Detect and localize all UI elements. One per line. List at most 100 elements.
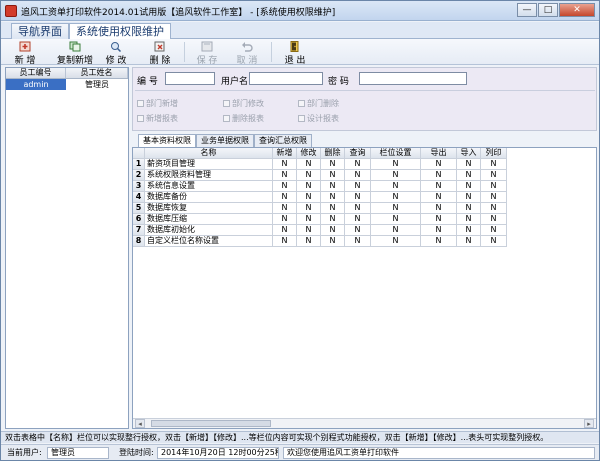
- tab-query-summary-permission[interactable]: 查询汇总权限: [254, 134, 312, 147]
- list-item[interactable]: admin 管理员: [6, 79, 128, 90]
- header-employee-name[interactable]: 员工姓名: [66, 68, 128, 78]
- permission-cell[interactable]: N: [321, 225, 345, 236]
- permission-cell[interactable]: N: [273, 214, 297, 225]
- row-number[interactable]: 3: [133, 181, 145, 192]
- permission-cell[interactable]: N: [457, 225, 481, 236]
- permission-cell[interactable]: N: [421, 214, 457, 225]
- new-button[interactable]: 新 增: [7, 40, 43, 66]
- permission-cell[interactable]: N: [297, 203, 321, 214]
- table-row[interactable]: 4 数据库备份 N N N N N N N N: [133, 192, 507, 203]
- row-name-cell[interactable]: 数据库备份: [145, 192, 273, 203]
- tab-basic-data-permission[interactable]: 基本资料权限: [138, 134, 196, 147]
- cancel-button[interactable]: 取 消: [229, 40, 265, 66]
- permission-cell[interactable]: N: [297, 159, 321, 170]
- row-number[interactable]: 5: [133, 203, 145, 214]
- table-row[interactable]: 5 数据库恢复 N N N N N N N N: [133, 203, 507, 214]
- grid-column-header[interactable]: 查询: [345, 148, 371, 159]
- checkbox-dept-edit[interactable]: 部门修改: [223, 98, 264, 109]
- row-number[interactable]: 6: [133, 214, 145, 225]
- maximize-button[interactable]: □: [538, 3, 558, 17]
- grid-column-header[interactable]: 修改: [297, 148, 321, 159]
- permission-cell[interactable]: N: [457, 236, 481, 247]
- permission-cell[interactable]: N: [457, 159, 481, 170]
- permission-cell[interactable]: N: [481, 225, 507, 236]
- permission-cell[interactable]: N: [273, 236, 297, 247]
- permission-cell[interactable]: N: [297, 181, 321, 192]
- password-field[interactable]: [359, 72, 467, 85]
- permission-cell[interactable]: N: [273, 181, 297, 192]
- permission-cell[interactable]: N: [457, 170, 481, 181]
- permission-cell[interactable]: N: [345, 159, 371, 170]
- row-name-cell[interactable]: 自定义栏位名称设置: [145, 236, 273, 247]
- scroll-right-icon[interactable]: ▸: [584, 419, 594, 428]
- grid-column-header[interactable]: 新增: [273, 148, 297, 159]
- permission-cell[interactable]: N: [273, 170, 297, 181]
- row-name-cell[interactable]: 系统权限资料管理: [145, 170, 273, 181]
- title-bar[interactable]: 追风工资单打印软件2014.01试用版【追风软件工作室】 - [系统使用权限维护…: [1, 1, 599, 21]
- checkbox-report-design[interactable]: 设计报表: [298, 113, 339, 124]
- row-number[interactable]: 7: [133, 225, 145, 236]
- horizontal-scrollbar[interactable]: ◂ ▸: [133, 418, 596, 428]
- permission-cell[interactable]: N: [371, 170, 421, 181]
- row-number[interactable]: 4: [133, 192, 145, 203]
- table-row[interactable]: 6 数据库压缩 N N N N N N N N: [133, 214, 507, 225]
- permission-cell[interactable]: N: [481, 192, 507, 203]
- permission-cell[interactable]: N: [371, 225, 421, 236]
- delete-button[interactable]: 删 除: [143, 40, 177, 66]
- row-name-cell[interactable]: 薪资项目管理: [145, 159, 273, 170]
- table-row[interactable]: 8 自定义栏位名称设置 N N N N N N N N: [133, 236, 507, 247]
- permission-cell[interactable]: N: [421, 159, 457, 170]
- permission-cell[interactable]: N: [481, 170, 507, 181]
- grid-column-header[interactable]: 栏位设置: [371, 148, 421, 159]
- permission-cell[interactable]: N: [297, 170, 321, 181]
- scrollbar-thumb[interactable]: [151, 420, 271, 427]
- permission-cell[interactable]: N: [273, 192, 297, 203]
- permission-cell[interactable]: N: [457, 192, 481, 203]
- grid-column-header[interactable]: 列印: [481, 148, 507, 159]
- tab-navigation[interactable]: 导航界面: [11, 23, 69, 39]
- permission-cell[interactable]: N: [345, 192, 371, 203]
- permission-cell[interactable]: N: [457, 181, 481, 192]
- permission-cell[interactable]: N: [345, 214, 371, 225]
- permission-cell[interactable]: N: [421, 203, 457, 214]
- row-number[interactable]: 2: [133, 170, 145, 181]
- header-employee-id[interactable]: 员工编号: [6, 68, 66, 78]
- permission-cell[interactable]: N: [321, 214, 345, 225]
- permission-cell[interactable]: N: [273, 159, 297, 170]
- row-name-cell[interactable]: 数据库压缩: [145, 214, 273, 225]
- table-row[interactable]: 7 数据库初始化 N N N N N N N N: [133, 225, 507, 236]
- permission-cell[interactable]: N: [481, 159, 507, 170]
- minimize-button[interactable]: —: [517, 3, 537, 17]
- permission-cell[interactable]: N: [421, 181, 457, 192]
- edit-button[interactable]: 修 改: [99, 40, 133, 66]
- permission-cell[interactable]: N: [321, 181, 345, 192]
- permission-cell[interactable]: N: [321, 236, 345, 247]
- permission-cell[interactable]: N: [371, 181, 421, 192]
- permission-cell[interactable]: N: [321, 170, 345, 181]
- checkbox-report-delete[interactable]: 删除报表: [223, 113, 264, 124]
- grid-column-header[interactable]: 导入: [457, 148, 481, 159]
- permission-cell[interactable]: N: [345, 170, 371, 181]
- save-button[interactable]: 保 存: [189, 40, 225, 66]
- checkbox-dept-delete[interactable]: 部门删除: [298, 98, 339, 109]
- grid-column-header[interactable]: 删除: [321, 148, 345, 159]
- close-button[interactable]: ✕: [559, 3, 595, 17]
- permission-cell[interactable]: N: [273, 225, 297, 236]
- permission-cell[interactable]: N: [321, 192, 345, 203]
- employee-name-cell[interactable]: 管理员: [66, 79, 128, 90]
- grid-column-header[interactable]: 名称: [145, 148, 273, 159]
- permission-cell[interactable]: N: [481, 214, 507, 225]
- permission-cell[interactable]: N: [371, 214, 421, 225]
- permission-cell[interactable]: N: [421, 225, 457, 236]
- grid-column-header[interactable]: 导出: [421, 148, 457, 159]
- tab-business-doc-permission[interactable]: 业务单据权限: [196, 134, 254, 147]
- tab-permission-maintenance[interactable]: 系统使用权限维护: [69, 23, 171, 39]
- permission-cell[interactable]: N: [345, 203, 371, 214]
- permission-cell[interactable]: N: [421, 170, 457, 181]
- table-row[interactable]: 3 系统信息设置 N N N N N N N N: [133, 181, 507, 192]
- table-row[interactable]: 1 薪资项目管理 N N N N N N N N: [133, 159, 507, 170]
- permission-cell[interactable]: N: [371, 192, 421, 203]
- row-name-cell[interactable]: 数据库恢复: [145, 203, 273, 214]
- permission-cell[interactable]: N: [273, 203, 297, 214]
- permission-cell[interactable]: N: [297, 192, 321, 203]
